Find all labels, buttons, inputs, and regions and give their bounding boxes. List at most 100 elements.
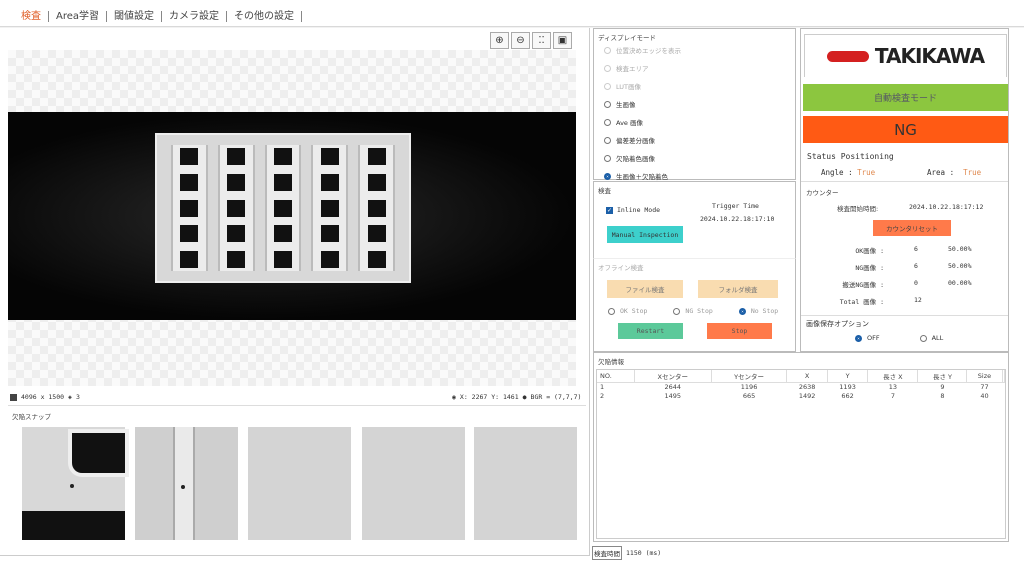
tray-pocket: [180, 225, 199, 243]
tab-1[interactable]: Area学習: [49, 11, 108, 22]
counter-row: 搬送NG画像 : 0 00.00%: [801, 279, 1008, 296]
tray-pocket: [227, 199, 246, 217]
tray-pocket: [320, 225, 339, 243]
restart-button[interactable]: Restart: [618, 323, 683, 339]
column-header[interactable]: 長さ X: [867, 370, 919, 383]
folder-inspection-button[interactable]: フォルダ検査: [698, 280, 778, 298]
stop-option[interactable]: OK Stop: [608, 302, 647, 320]
table-cell: 662: [841, 391, 854, 400]
radio-icon: [604, 154, 611, 162]
column-header[interactable]: X: [786, 370, 828, 383]
tray-pocket: [273, 173, 292, 191]
save-option[interactable]: ALL: [919, 329, 943, 347]
tab-4[interactable]: その他の設定: [227, 11, 303, 22]
table-cell: 1: [600, 382, 605, 391]
table-cell: [1002, 382, 1005, 391]
counter-row: Total 画像 : 12: [801, 296, 1008, 313]
column-header[interactable]: NO.: [597, 370, 635, 383]
display-mode-option-label: 生画像＋欠陥着色: [616, 173, 668, 181]
palette-icon: ●: [522, 393, 527, 401]
table-cell: [1002, 391, 1005, 400]
stop-button[interactable]: Stop: [707, 323, 772, 339]
stop-option-label: OK Stop: [620, 307, 648, 315]
table-cell: 77: [980, 382, 989, 391]
tray-column: [264, 145, 302, 271]
display-mode-option[interactable]: 生画像: [604, 95, 681, 113]
tray-pocket: [180, 148, 199, 165]
tray-pocket: [180, 173, 199, 191]
fullscreen-icon[interactable]: ▣: [553, 32, 572, 49]
trigger-label: Trigger Time: [712, 202, 759, 210]
result-indicator: NG: [803, 116, 1008, 143]
table-row[interactable]: 1 2644 1196 2638 1193 13 9 77: [597, 382, 1005, 391]
table-cell: 1492: [798, 391, 816, 400]
stop-option[interactable]: NG Stop: [673, 302, 713, 320]
tray-pocket: [320, 148, 339, 165]
display-mode-option-label: 欠陥着色画像: [616, 155, 655, 163]
zoom-in-icon[interactable]: ⊕: [490, 32, 509, 49]
defect-snap[interactable]: [362, 427, 465, 540]
tab-2[interactable]: 閾値設定: [107, 11, 163, 22]
radio-icon: [604, 64, 611, 72]
column-header[interactable]: Yセンター: [711, 370, 788, 383]
defect-info-title: 欠陥情報: [598, 358, 624, 366]
defect-snap[interactable]: [22, 427, 125, 540]
inspection-time: 検査時間 1150 (ms): [592, 546, 661, 560]
display-mode-option-label: 生画像: [616, 101, 636, 109]
tray-pocket: [320, 173, 339, 191]
display-mode-option[interactable]: Ave 画像: [604, 113, 681, 131]
display-mode-option[interactable]: 偏差差分画像: [604, 131, 681, 149]
company-logo: TAKIKAWA: [804, 34, 1007, 77]
tray-pocket: [367, 251, 386, 268]
defect-info-panel: 欠陥情報 NO. Xセンター Yセンター X Y 長さ X 長さ Y Size 1 2644 119…: [593, 352, 1009, 542]
radio-icon: [608, 307, 615, 315]
tray-pocket: [367, 225, 386, 243]
tray-column: [171, 145, 208, 271]
defect-snap[interactable]: [474, 427, 577, 540]
display-mode-option[interactable]: 欠陥着色画像: [604, 149, 681, 167]
defect-snap[interactable]: [135, 427, 238, 540]
column-header[interactable]: 長さ Y: [917, 370, 968, 383]
tray-pocket: [273, 148, 292, 165]
trigger-time: 2024.10.22.18:17:10: [700, 215, 775, 223]
column-header[interactable]: Xセンター: [634, 370, 712, 383]
table-cell: 2644: [664, 382, 682, 391]
zoom-out-icon[interactable]: ⊖: [511, 32, 530, 49]
fit-icon[interactable]: ⁚⁚: [532, 32, 551, 49]
stop-option[interactable]: No Stop: [738, 302, 778, 320]
tray-pocket: [367, 148, 386, 165]
inline-mode-checkbox[interactable]: ✓ Inline Mode: [606, 206, 660, 214]
status-title: Status Positioning: [807, 152, 894, 161]
tab-0[interactable]: 検査: [14, 11, 49, 22]
cursor-coords: X: 2267 Y: 1461: [459, 393, 519, 401]
tab-3[interactable]: カメラ設定: [162, 11, 228, 22]
display-mode-option-label: 位置決めエッジを表示: [616, 47, 681, 55]
tray-pocket: [367, 199, 386, 217]
column-header[interactable]: Y: [827, 370, 869, 383]
divider: [8, 405, 586, 406]
area-status: Area : True: [927, 168, 981, 177]
offline-panel: オフライン検査 ファイル検査 フォルダ検査 OK Stop NG Stop No S…: [593, 258, 796, 352]
radio-icon: [738, 307, 746, 315]
manual-inspection-button[interactable]: Manual Inspection: [607, 226, 683, 243]
snap-title: 欠陥スナップ: [12, 413, 51, 421]
inline-mode-label: Inline Mode: [617, 206, 661, 214]
column-header-empty: [1002, 370, 1005, 383]
counter-percent: 50.00%: [948, 262, 972, 270]
display-mode-option: 検査エリア: [604, 59, 681, 77]
defect-snap[interactable]: [248, 427, 351, 540]
tray-column: [311, 145, 349, 271]
save-option[interactable]: OFF: [855, 329, 880, 347]
table-row[interactable]: 2 1495 665 1492 662 7 8 40: [597, 391, 1005, 400]
file-inspection-button[interactable]: ファイル検査: [607, 280, 683, 298]
counter-count: 0: [914, 279, 918, 287]
radio-icon: [604, 136, 611, 144]
table-cell: 665: [742, 391, 756, 400]
defect-table: NO. Xセンター Yセンター X Y 長さ X 長さ Y Size 1 2644 1196 2638…: [596, 369, 1006, 539]
tray-pocket: [180, 199, 199, 217]
save-option-title: 画像保存オプション: [806, 320, 869, 328]
angle-label: Angle :: [821, 168, 853, 177]
tray-pocket: [227, 225, 246, 243]
column-header[interactable]: Size: [966, 370, 1003, 383]
counter-reset-button[interactable]: カウンタリセット: [873, 220, 951, 236]
